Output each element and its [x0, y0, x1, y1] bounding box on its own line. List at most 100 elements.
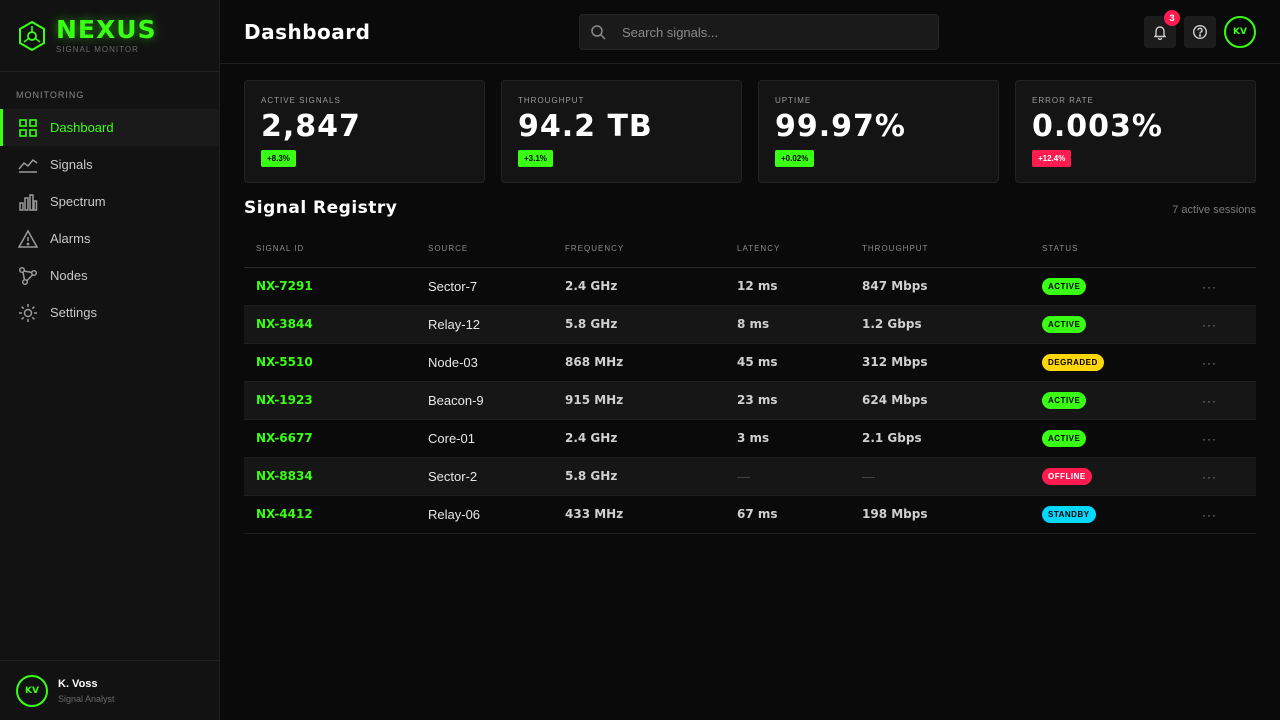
status-cell: ACTIVE: [1030, 267, 1190, 306]
throughput-cell: 624 Mbps: [850, 381, 1030, 420]
status-cell: DEGRADED: [1030, 343, 1190, 382]
stat-delta: +12.4%: [1032, 150, 1072, 167]
sidebar-item-alarms[interactable]: Alarms: [0, 220, 219, 257]
throughput-cell: 2.1 Gbps: [850, 419, 1030, 458]
signal-id[interactable]: NX-7291: [244, 267, 416, 306]
source-cell: Sector-7: [416, 267, 553, 306]
table-row[interactable]: NX-3844 Relay-12 5.8 GHz 8 ms 1.2 Gbps A…: [244, 305, 1256, 344]
sidebar-item-dashboard[interactable]: Dashboard: [0, 109, 219, 146]
source-cell: Node-03: [416, 343, 553, 382]
more-options-icon[interactable]: ···: [1202, 394, 1217, 408]
grid-icon: [19, 118, 37, 137]
latency-cell: 3 ms: [725, 419, 850, 458]
status-badge: STANDBY: [1042, 506, 1096, 523]
brand-name: NEXUS: [56, 15, 157, 44]
latency-cell: 67 ms: [725, 495, 850, 534]
frequency-cell: 5.8 GHz: [553, 305, 725, 344]
column-header[interactable]: SIGNAL ID: [244, 230, 416, 268]
nav-section-label: MONITORING: [16, 90, 85, 100]
throughput-cell: 847 Mbps: [850, 267, 1030, 306]
status-cell: STANDBY: [1030, 495, 1190, 534]
signal-id[interactable]: NX-4412: [244, 495, 416, 534]
warning-icon: [18, 228, 38, 248]
hexagon-logo-icon: [19, 20, 45, 51]
throughput-cell: —: [850, 457, 1030, 496]
session-count: 7 active sessions: [1172, 204, 1256, 216]
table-row[interactable]: NX-1923 Beacon-9 915 MHz 23 ms 624 Mbps …: [244, 381, 1256, 420]
top-bar: Dashboard 3 KV: [220, 0, 1280, 64]
user-profile[interactable]: KV K. Voss Signal Analyst: [0, 660, 219, 720]
table-row[interactable]: NX-5510 Node-03 868 MHz 45 ms 312 Mbps D…: [244, 343, 1256, 382]
page-title: Dashboard: [244, 19, 371, 44]
status-badge: OFFLINE: [1042, 468, 1092, 485]
signal-id[interactable]: NX-3844: [244, 305, 416, 344]
sidebar-item-signals[interactable]: Signals: [0, 146, 219, 183]
table-row[interactable]: NX-4412 Relay-06 433 MHz 67 ms 198 Mbps …: [244, 495, 1256, 534]
status-badge: ACTIVE: [1042, 430, 1087, 447]
actions-cell: ···: [1190, 419, 1256, 458]
more-options-icon[interactable]: ···: [1202, 280, 1217, 294]
notifications-button[interactable]: 3: [1144, 10, 1180, 48]
table-row[interactable]: NX-6677 Core-01 2.4 GHz 3 ms 2.1 Gbps AC…: [244, 419, 1256, 458]
actions-cell: ···: [1190, 495, 1256, 534]
column-header[interactable]: LATENCY: [725, 230, 850, 268]
source-cell: Core-01: [416, 419, 553, 458]
sidebar-item-label: Spectrum: [50, 194, 106, 209]
bell-icon: [1153, 26, 1167, 40]
more-options-icon[interactable]: ···: [1202, 432, 1217, 446]
actions-cell: ···: [1190, 305, 1256, 344]
stat-value: 0.003%: [1032, 109, 1163, 144]
sidebar: NEXUS SIGNAL MONITOR MONITORING Dashboar…: [0, 0, 220, 720]
column-header[interactable]: FREQUENCY: [553, 230, 725, 268]
source-cell: Beacon-9: [416, 381, 553, 420]
more-options-icon[interactable]: ···: [1202, 318, 1217, 332]
sidebar-item-label: Settings: [50, 305, 97, 320]
stat-label: ERROR RATE: [1032, 96, 1094, 105]
signal-id[interactable]: NX-1923: [244, 381, 416, 420]
bar-chart-icon: [19, 193, 38, 211]
stat-card-active-signals: ACTIVE SIGNALS 2,847 +8.3%: [244, 80, 485, 183]
more-options-icon[interactable]: ···: [1202, 356, 1217, 370]
throughput-cell: 312 Mbps: [850, 343, 1030, 382]
column-header[interactable]: STATUS: [1030, 230, 1190, 268]
signal-id[interactable]: NX-6677: [244, 419, 416, 458]
more-options-icon[interactable]: ···: [1202, 508, 1217, 522]
latency-cell: 8 ms: [725, 305, 850, 344]
more-options-icon[interactable]: ···: [1202, 470, 1217, 484]
header-avatar[interactable]: KV: [1224, 16, 1256, 48]
column-header[interactable]: THROUGHPUT: [850, 230, 1030, 268]
table-header-row: SIGNAL ID SOURCE FREQUENCY LATENCY THROU…: [244, 230, 1256, 268]
brand[interactable]: NEXUS SIGNAL MONITOR: [0, 0, 219, 72]
latency-cell: 45 ms: [725, 343, 850, 382]
stat-delta: +0.02%: [775, 150, 815, 167]
avatar: KV: [16, 674, 48, 707]
source-cell: Relay-12: [416, 305, 553, 344]
stat-card-error-rate: ERROR RATE 0.003% +12.4%: [1015, 80, 1256, 183]
signal-id[interactable]: NX-8834: [244, 457, 416, 496]
user-role: Signal Analyst: [58, 693, 115, 704]
search-box[interactable]: [579, 14, 939, 50]
stat-delta: +3.1%: [518, 150, 553, 167]
table-row[interactable]: NX-8834 Sector-2 5.8 GHz — — OFFLINE ···: [244, 457, 1256, 496]
main-content: Dashboard 3 KV: [220, 0, 1280, 720]
search-icon: [591, 25, 606, 40]
registry-header: Signal Registry 7 active sessions: [244, 198, 1256, 218]
latency-cell: 23 ms: [725, 381, 850, 420]
column-header[interactable]: SOURCE: [416, 230, 553, 268]
status-badge: ACTIVE: [1042, 278, 1087, 295]
stat-delta: +8.3%: [261, 150, 296, 167]
status-cell: ACTIVE: [1030, 381, 1190, 420]
section-title: Signal Registry: [244, 198, 398, 218]
latency-cell: —: [725, 457, 850, 496]
help-button[interactable]: [1184, 16, 1216, 48]
status-badge: DEGRADED: [1042, 354, 1104, 371]
sidebar-item-label: Alarms: [50, 231, 91, 246]
sidebar-item-nodes[interactable]: Nodes: [0, 257, 219, 294]
brand-subtitle: SIGNAL MONITOR: [56, 45, 139, 54]
sidebar-item-settings[interactable]: Settings: [0, 294, 219, 331]
actions-cell: ···: [1190, 457, 1256, 496]
table-row[interactable]: NX-7291 Sector-7 2.4 GHz 12 ms 847 Mbps …: [244, 267, 1256, 306]
sidebar-item-spectrum[interactable]: Spectrum: [0, 183, 219, 220]
search-input[interactable]: [622, 24, 912, 40]
signal-id[interactable]: NX-5510: [244, 343, 416, 382]
